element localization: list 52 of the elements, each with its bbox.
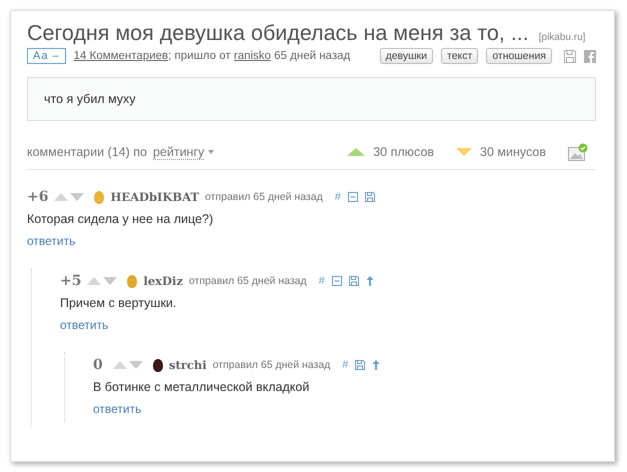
minus-triangle-icon[interactable] bbox=[456, 148, 472, 156]
comment-score: +5 bbox=[60, 273, 82, 289]
comment-date: отправил 65 дней назад bbox=[205, 191, 323, 203]
post-title[interactable]: Сегодня моя девушка обиделась на меня за то, ... bbox=[27, 21, 529, 46]
caret-icon[interactable] bbox=[208, 150, 214, 154]
comment-text: Которая сидела у нее на лице?) bbox=[27, 212, 214, 226]
font-size-toggle[interactable]: Aa – bbox=[27, 48, 66, 64]
comment-text: Причем с вертушки. bbox=[60, 296, 178, 310]
image-check-icon[interactable] bbox=[568, 143, 588, 161]
author-link[interactable]: ranisko bbox=[234, 50, 271, 62]
collapse-icon[interactable] bbox=[332, 276, 342, 286]
minus-count[interactable]: 30 минусов bbox=[480, 145, 546, 159]
comment-author[interactable]: strchi bbox=[169, 358, 207, 372]
comment-score: +6 bbox=[27, 189, 48, 205]
comment-author[interactable]: lexDiz bbox=[143, 274, 183, 288]
arrow-up-icon[interactable] bbox=[372, 360, 380, 370]
hash-link[interactable]: # bbox=[342, 359, 348, 371]
facebook-icon[interactable] bbox=[584, 50, 596, 62]
source-label: [pikabu.ru] bbox=[538, 32, 586, 43]
save-icon[interactable] bbox=[564, 50, 576, 62]
save-icon[interactable] bbox=[348, 276, 359, 286]
hash-link[interactable]: # bbox=[334, 191, 341, 203]
comment-score: 0 bbox=[93, 357, 104, 373]
comment-author[interactable]: HEADbIKBAT bbox=[110, 190, 199, 204]
downvote-icon[interactable] bbox=[103, 277, 118, 285]
comment-text: В ботинке с металлической вкладкой bbox=[93, 380, 310, 394]
comment-date: отправил 65 дней назад bbox=[212, 359, 330, 371]
tag-button[interactable]: девушки bbox=[380, 48, 434, 64]
reply-link[interactable]: ответить bbox=[27, 234, 76, 248]
tag-button[interactable]: текст bbox=[441, 48, 478, 64]
tag-button[interactable]: отношения bbox=[486, 48, 552, 64]
comment-date: отправил 65 дней назад bbox=[188, 275, 307, 287]
post-age: 65 дней назад bbox=[274, 50, 350, 62]
save-icon[interactable] bbox=[355, 360, 366, 370]
reply-link[interactable]: ответить bbox=[93, 402, 142, 416]
arrow-up-icon[interactable] bbox=[366, 276, 374, 286]
comments-count-label: комментарии (14) по bbox=[27, 145, 147, 159]
downvote-icon[interactable] bbox=[129, 361, 143, 369]
post-body: что я убил муху bbox=[27, 77, 596, 121]
hash-link[interactable]: # bbox=[318, 275, 325, 287]
upvote-icon[interactable] bbox=[54, 193, 68, 201]
upvote-icon[interactable] bbox=[113, 361, 127, 369]
upvote-icon[interactable] bbox=[87, 277, 102, 285]
downvote-icon[interactable] bbox=[70, 193, 84, 201]
sort-dropdown[interactable]: рейтингу bbox=[152, 144, 204, 160]
plus-count[interactable]: 30 плюсов bbox=[373, 145, 434, 159]
reply-link[interactable]: ответить bbox=[60, 318, 108, 332]
collapse-icon[interactable] bbox=[348, 192, 358, 202]
save-icon[interactable] bbox=[364, 192, 375, 202]
plus-triangle-icon[interactable] bbox=[347, 148, 366, 156]
comments-link[interactable]: 14 Комментариев bbox=[74, 50, 168, 62]
posted-by-label: ; пришло от bbox=[168, 50, 231, 62]
